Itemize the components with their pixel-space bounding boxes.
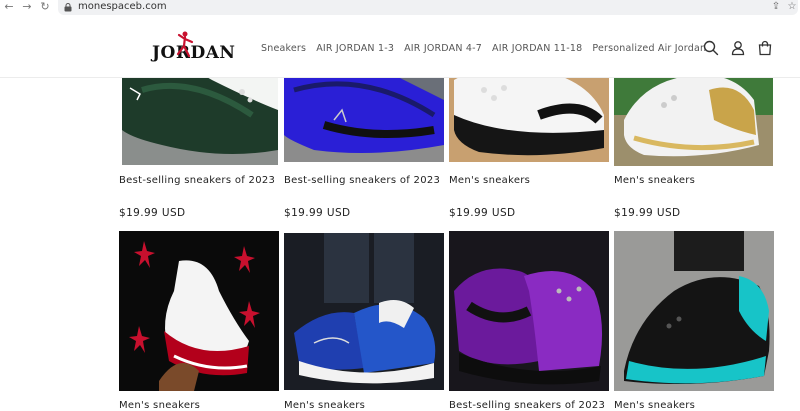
product-price: $19.99 USD — [284, 207, 351, 219]
menu-item-sneakers[interactable]: Sneakers — [261, 43, 306, 54]
product-image[interactable] — [614, 231, 774, 391]
product-image[interactable] — [449, 231, 609, 391]
jordan-logo[interactable]: JORDAN — [152, 30, 235, 66]
menu-item-air-jordan-4-7[interactable]: AIR JORDAN 4-7 — [404, 43, 482, 54]
product-title[interactable]: Men's sneakers — [119, 400, 200, 411]
product-title[interactable]: Best-selling sneakers of 2023 — [119, 175, 275, 186]
menu-item-air-jordan-11-18[interactable]: AIR JORDAN 11-18 — [492, 43, 582, 54]
product-title[interactable]: Men's sneakers — [614, 400, 695, 411]
jumpman-icon — [176, 31, 194, 58]
product-title[interactable]: Men's sneakers — [284, 400, 365, 411]
account-icon[interactable] — [730, 40, 746, 56]
product-title[interactable]: Best-selling sneakers of 2023 — [284, 175, 440, 186]
product-title[interactable]: Men's sneakers — [449, 175, 530, 186]
product-price: $19.99 USD — [614, 207, 681, 219]
product-title[interactable]: Best-selling sneakers of 2023 — [449, 400, 605, 411]
product-price: $19.99 USD — [449, 207, 516, 219]
product-price: $19.99 USD — [119, 207, 186, 219]
product-image[interactable] — [284, 233, 444, 390]
menu-item-personalized[interactable]: Personalized Air Jordan — [592, 43, 706, 54]
menu-item-air-jordan-1-3[interactable]: AIR JORDAN 1-3 — [316, 43, 394, 54]
cart-icon[interactable] — [757, 40, 773, 56]
product-title[interactable]: Men's sneakers — [614, 175, 695, 186]
product-image[interactable] — [119, 231, 279, 391]
search-icon[interactable] — [703, 40, 719, 56]
site-header: JORDAN Sneakers AIR JORDAN 1-3 AIR JORDA… — [0, 16, 800, 78]
main-menu: Sneakers AIR JORDAN 1-3 AIR JORDAN 4-7 A… — [261, 43, 706, 54]
